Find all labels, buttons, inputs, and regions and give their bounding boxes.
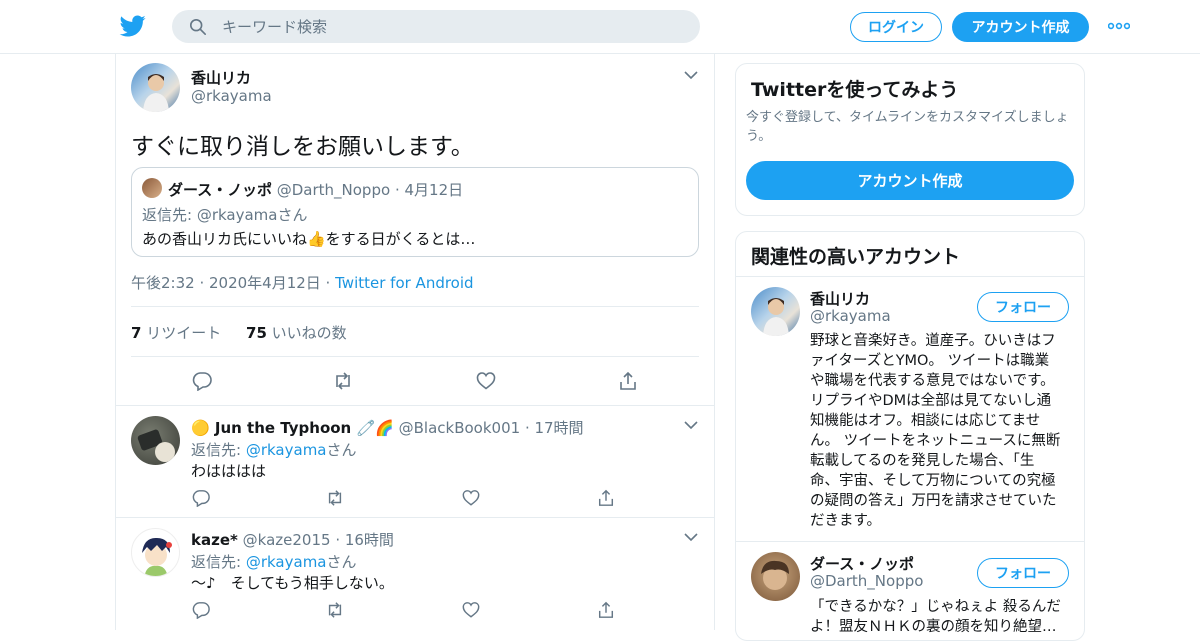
like-icon[interactable]: [476, 371, 496, 391]
top-bar: ログイン アカウント作成: [0, 0, 1200, 54]
avatar-image: [761, 560, 789, 590]
quote-author-handle: @Darth_Noppo: [276, 181, 391, 199]
divider: [131, 356, 699, 357]
retweet-stat[interactable]: 7 リツイート: [131, 324, 221, 342]
tweet-text: すぐに取り消しをお願いします。: [131, 134, 474, 160]
divider: [736, 276, 1084, 277]
retweet-icon[interactable]: [326, 601, 344, 619]
reply-icon[interactable]: [192, 601, 210, 619]
related-account-handle[interactable]: @Darth_Noppo: [810, 572, 923, 590]
signup-card-title: Twitterを使ってみよう: [751, 79, 959, 101]
related-account-name[interactable]: ダース・ノッポ: [810, 553, 914, 574]
quote-avatar: [142, 178, 162, 198]
reply-to-suffix: さん: [326, 441, 357, 459]
quote-author-name: ダース・ノッポ: [168, 181, 272, 199]
tweet-meta: 午後2:32 · 2020年4月12日 · Twitter for Androi…: [131, 272, 474, 293]
reply-tweet[interactable]: 🟡 Jun the Typhoon 🧷🌈 @BlackBook001 · 17時…: [116, 405, 714, 517]
related-account-bio: 「できるかな？」じゃねぇよ 殺るんだ よ！盟友ＮＨＫの裏の顔を知り絶望…: [810, 599, 1061, 635]
reply-tweet[interactable]: kaze* @kaze2015 · 16時間 返信先: @rkayamaさん ～…: [116, 517, 714, 630]
tweet-source-link[interactable]: Twitter for Android: [335, 274, 473, 292]
search-input[interactable]: [222, 10, 682, 43]
like-icon[interactable]: [462, 489, 480, 507]
follow-button[interactable]: フォロー: [977, 292, 1069, 322]
related-accounts-card: 関連性の高いアカウント 香山リカ @rkayama フォロー 野球と音楽好き。道…: [735, 231, 1085, 641]
author-name[interactable]: 香山リカ: [191, 67, 251, 88]
chevron-down-icon[interactable]: [684, 71, 698, 80]
quote-separator: ·: [394, 181, 400, 199]
tweet-timestamp[interactable]: 午後2:32 · 2020年4月12日 ·: [131, 274, 330, 292]
chevron-down-icon[interactable]: [684, 533, 698, 542]
chevron-down-icon[interactable]: [684, 421, 698, 430]
related-title: 関連性の高いアカウント: [751, 246, 961, 268]
related-account-handle[interactable]: @rkayama: [810, 307, 891, 325]
reply-to-prefix: 返信先:: [191, 553, 242, 571]
author-handle[interactable]: @rkayama: [191, 87, 272, 105]
reply-author-handle[interactable]: @BlackBook001: [399, 419, 521, 437]
reply-to-handle[interactable]: @rkayama: [246, 553, 327, 571]
reply-author-handle[interactable]: @kaze2015: [243, 531, 331, 549]
share-icon[interactable]: [597, 601, 615, 619]
reply-avatar[interactable]: [131, 416, 180, 465]
reply-icon[interactable]: [192, 371, 212, 391]
avatar-image: [763, 298, 789, 336]
signup-card-description: 今すぐ登録して、タイムラインをカスタマイズしましょ う。: [746, 110, 1069, 144]
like-icon[interactable]: [462, 601, 480, 619]
like-stat[interactable]: 75 いいねの数: [246, 324, 347, 342]
reply-author-name[interactable]: kaze*: [191, 531, 238, 549]
quote-reply-to: 返信先: @rkayamaさん: [142, 206, 308, 224]
reply-to-prefix: 返信先:: [191, 441, 242, 459]
related-account-name[interactable]: 香山リカ: [810, 288, 870, 309]
more-icon[interactable]: [1108, 22, 1130, 30]
author-avatar[interactable]: [131, 63, 180, 112]
retweet-icon[interactable]: [326, 489, 344, 507]
signup-card: Twitterを使ってみよう 今すぐ登録して、タイムラインをカスタマイズしましょ…: [735, 63, 1085, 216]
avatar-image: [143, 74, 169, 112]
reply-text: ～♪ そしてもう相手しない。: [191, 574, 394, 592]
related-account-avatar[interactable]: [751, 552, 800, 601]
divider: [736, 541, 1084, 542]
avatar-image: [137, 429, 175, 462]
search-box[interactable]: [172, 10, 700, 43]
follow-button[interactable]: フォロー: [977, 558, 1069, 588]
twitter-bird-logo[interactable]: [119, 13, 147, 39]
avatar-image: [142, 537, 172, 576]
reply-to-suffix: さん: [326, 553, 357, 571]
share-icon[interactable]: [597, 489, 615, 507]
tweet-stats: 7 リツイート 75 いいねの数: [131, 322, 347, 343]
login-button[interactable]: ログイン: [850, 12, 942, 42]
main-column: 香山リカ @rkayama すぐに取り消しをお願いします。 ダース・ノッポ @D…: [115, 54, 715, 630]
reply-to-handle[interactable]: @rkayama: [246, 441, 327, 459]
divider: [131, 306, 699, 307]
reply-author-name[interactable]: 🟡 Jun the Typhoon 🧷🌈: [191, 419, 394, 437]
signup-button[interactable]: アカウント作成: [952, 12, 1089, 42]
quote-date: 4月12日: [404, 181, 464, 199]
related-account-bio: 野球と音楽好き。道産子。ひいきはフ ァイターズとYMO。 ツイートは職業 や職場…: [810, 333, 1061, 529]
related-account-avatar[interactable]: [751, 287, 800, 336]
reply-time[interactable]: · 17時間: [525, 419, 584, 437]
signup-card-button[interactable]: アカウント作成: [746, 161, 1074, 200]
quoted-tweet[interactable]: ダース・ノッポ @Darth_Noppo · 4月12日 返信先: @rkaya…: [131, 167, 699, 257]
reply-icon[interactable]: [192, 489, 210, 507]
reply-time[interactable]: · 16時間: [335, 531, 394, 549]
retweet-icon[interactable]: [333, 371, 353, 391]
reply-text: わはははは: [191, 462, 267, 480]
search-icon: [189, 18, 207, 36]
quote-text: あの香山リカ氏にいいね👍をする日がくるとは…: [142, 230, 476, 248]
reply-avatar[interactable]: [131, 528, 180, 577]
share-icon[interactable]: [618, 371, 638, 391]
